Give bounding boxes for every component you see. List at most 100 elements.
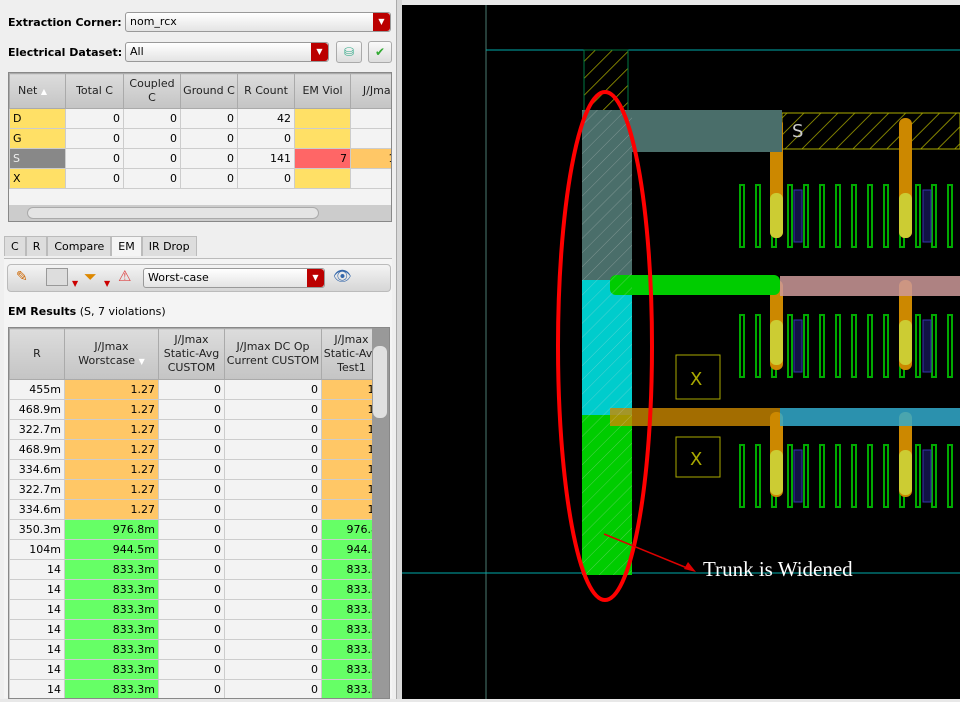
gate-finger <box>803 444 809 508</box>
column-header-worstcase[interactable]: J/Jmax Worstcase ▼ <box>64 328 159 380</box>
cell: 0 <box>224 459 322 480</box>
column-header-net[interactable]: Net ▲ <box>9 73 66 109</box>
gate-finger <box>931 184 937 248</box>
cell: 833.3m <box>64 559 159 580</box>
tab-r[interactable]: R <box>25 236 48 256</box>
cell: 0 <box>158 399 225 420</box>
tab-c[interactable]: C <box>4 236 26 256</box>
cell: 0 <box>158 419 225 440</box>
column-header-em-viol[interactable]: EM Viol <box>294 73 351 109</box>
tab-compare[interactable]: Compare <box>47 236 112 256</box>
table-row[interactable]: 455m1.27001. <box>9 379 382 400</box>
layout-canvas[interactable]: S X X Trunk is Widened <box>402 5 960 699</box>
tab-ir-drop[interactable]: IR Drop <box>141 236 197 256</box>
cell: 0 <box>224 559 322 580</box>
pencil-icon[interactable]: ✎ <box>16 269 28 285</box>
gate-finger <box>867 314 873 378</box>
cell-emviol <box>294 108 351 129</box>
warning-icon[interactable]: ⚠ <box>118 267 131 285</box>
trunk-hatch <box>582 110 632 575</box>
table-row[interactable]: 14 833.3m 0 0 833.3 <box>9 579 382 600</box>
cell: 0 <box>158 539 225 560</box>
cell: 976.8m <box>64 519 159 540</box>
column-header-coupled-c[interactable]: Coupled C <box>123 73 181 109</box>
extraction-corner-select[interactable]: nom_rcx ▼ <box>125 12 391 32</box>
column-header-dc-op-custom[interactable]: J/Jmax DC Op Current CUSTOM <box>224 328 322 380</box>
table-row[interactable]: 350.3m 976.8m 0 0 976.8 <box>9 519 382 540</box>
cell: 1.27 <box>64 379 159 400</box>
cell: 14 <box>9 639 65 660</box>
electrical-dataset-value: All <box>130 45 144 58</box>
gate-finger <box>915 444 921 508</box>
cell: 0 <box>158 579 225 600</box>
table-row[interactable]: 334.6m1.27001. <box>9 459 382 480</box>
column-chooser-icon[interactable] <box>46 268 68 286</box>
gate-finger <box>867 184 873 248</box>
diffusion <box>922 189 932 243</box>
table-row[interactable]: 322.7m1.27001. <box>9 479 382 500</box>
scrollbar-thumb[interactable] <box>27 207 319 219</box>
cell: 833.3m <box>64 619 159 640</box>
em-mode-select[interactable]: Worst-case ▼ <box>143 268 325 288</box>
column-header-ground-c[interactable]: Ground C <box>180 73 238 109</box>
table-row[interactable]: G0000 <box>9 128 391 149</box>
filter-icon[interactable]: ⏷ <box>84 267 97 287</box>
column-header-total-c[interactable]: Total C <box>65 73 124 109</box>
column-header-static-avg-custom[interactable]: J/Jmax Static-Avg CUSTOM <box>158 328 225 380</box>
table-row[interactable]: 104m 944.5m 0 0 944.5 <box>9 539 382 560</box>
cell: 0 <box>158 499 225 520</box>
table-row[interactable]: D 0 0 0 42 <box>9 108 391 129</box>
cell-rcount: 0 <box>237 168 295 189</box>
table-row[interactable]: 322.7m1.27001. <box>9 419 382 440</box>
table-row[interactable]: 14 833.3m 0 0 833.3 <box>9 619 382 640</box>
table-row[interactable]: 468.9m1.27001. <box>9 399 382 420</box>
table-row[interactable]: S00014171.2 <box>9 148 391 169</box>
vertical-scrollbar[interactable] <box>372 328 389 698</box>
table-row[interactable]: 334.6m1.27001. <box>9 499 382 520</box>
cell-total: 0 <box>65 148 124 169</box>
cell: 0 <box>224 439 322 460</box>
cell: 833.3m <box>64 639 159 660</box>
pin-label: X <box>690 369 702 390</box>
table-row[interactable]: 468.9m1.27001. <box>9 439 382 460</box>
chevron-down-icon: ▼ <box>307 269 324 287</box>
cell: 0 <box>224 399 322 420</box>
cell-coupled: 0 <box>123 108 181 129</box>
column-header-jjmax[interactable]: J/Jmax <box>350 73 391 109</box>
gate-finger <box>867 444 873 508</box>
cell: 0 <box>224 679 322 698</box>
cell: 1.27 <box>64 459 159 480</box>
cell: 1.27 <box>64 399 159 420</box>
table-row[interactable]: 14 833.3m 0 0 833.3 <box>9 679 382 698</box>
cell: 468.9m <box>9 399 65 420</box>
gate-finger <box>883 184 889 248</box>
gate-finger <box>851 444 857 508</box>
eye-icon[interactable]: 👁 <box>333 267 352 285</box>
cell: 104m <box>9 539 65 560</box>
electrical-dataset-select[interactable]: All ▼ <box>125 42 329 62</box>
cell: 0 <box>224 519 322 540</box>
dataset-refresh-button[interactable]: ⛁ <box>336 41 362 63</box>
gate-finger <box>883 444 889 508</box>
table-row[interactable]: 14 833.3m 0 0 833.3 <box>9 559 382 580</box>
column-header-r-count[interactable]: R Count <box>237 73 295 109</box>
cell: 0 <box>224 659 322 680</box>
scrollbar-thumb[interactable] <box>373 346 387 418</box>
cell: 322.7m <box>9 479 65 500</box>
table-row[interactable]: 14 833.3m 0 0 833.3 <box>9 639 382 660</box>
horizontal-scrollbar[interactable] <box>9 205 391 221</box>
tab-em[interactable]: EM <box>111 236 142 256</box>
gate-finger <box>787 314 793 378</box>
table-row[interactable]: 14 833.3m 0 0 833.3 <box>9 599 382 620</box>
gate-finger <box>819 184 825 248</box>
dataset-check-button[interactable]: ✔ <box>368 41 392 63</box>
table-row[interactable]: X0000 <box>9 168 391 189</box>
gate-finger <box>915 184 921 248</box>
via <box>770 450 783 495</box>
cell: 334.6m <box>9 499 65 520</box>
via <box>899 320 912 365</box>
via <box>899 193 912 238</box>
table-row[interactable]: 14 833.3m 0 0 833.3 <box>9 659 382 680</box>
column-header-r[interactable]: R <box>9 328 65 380</box>
sort-desc-icon: ▼ <box>138 356 145 366</box>
